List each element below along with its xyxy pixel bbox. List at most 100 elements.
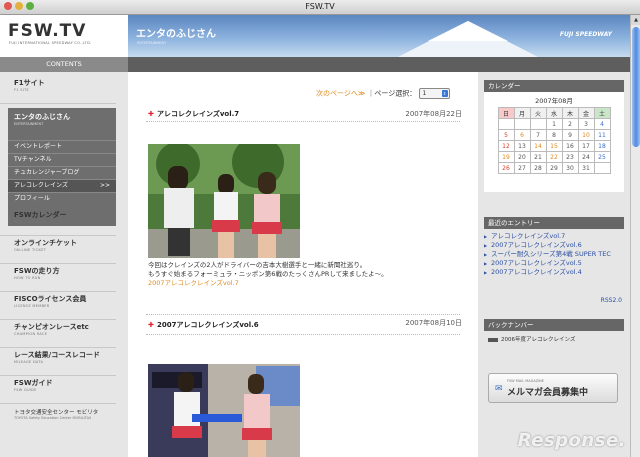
calendar-week-row: 26 27 28 29 30 31 — [497, 162, 611, 174]
sidebar-item-sublabel: FSW GUIDE — [14, 388, 37, 392]
calendar-day — [529, 118, 547, 130]
entry-bullet-icon: ✚ — [148, 110, 154, 118]
contents-label: CONTENTS — [0, 57, 128, 72]
recent-entries-box: アレコレクレインズvol.7 2007アレコレクレインズvol.6 スーパー耐久… — [484, 229, 624, 297]
sidebar-sub-arekore-cranes[interactable]: アレコレクレインズ >> — [8, 179, 116, 192]
sidebar-item-sublabel: MILEAGE DATA — [14, 360, 44, 364]
recent-entries-title: 最近のエントリー — [484, 217, 624, 229]
calendar-day — [513, 118, 531, 130]
calendar-day[interactable]: 22 — [545, 151, 563, 163]
entry-title[interactable]: ✚ 2007アレコレクレインズvol.6 — [148, 320, 259, 330]
entry-permalink[interactable]: 2007アレコレクレインズvol.7 — [148, 279, 468, 288]
calendar-dow: 水 — [545, 107, 563, 119]
backnumber-link[interactable]: 2006年度アレコレクレインズ — [484, 332, 624, 346]
sidebar-item-mobilitas[interactable]: トヨタ交通安全センター モビリタ TOYOTA Safety Education… — [0, 408, 116, 432]
minimize-window-button[interactable] — [15, 2, 23, 10]
calendar-day: 23 — [561, 151, 579, 163]
sidebar-item-how-to-run[interactable]: FSWの走り方 HOW TO RUN — [0, 266, 116, 292]
next-page-link[interactable]: 次のページへ≫ — [316, 90, 365, 98]
sidebar-sub-profile[interactable]: プロフィール — [8, 192, 116, 205]
scroll-up-arrow-icon[interactable]: ▲ — [631, 15, 640, 25]
calendar-days: 1 2 3 4 5 6 7 8 9 10 11 12 13 14 15 16 17 18 19 20 21 22 23 24 2… — [497, 118, 611, 174]
calendar-day[interactable]: 10 — [577, 129, 595, 141]
calendar-day: 26 — [497, 162, 515, 174]
calendar-dow: 木 — [561, 107, 579, 119]
calendar-day[interactable]: 14 — [529, 140, 547, 152]
vertical-scrollbar[interactable]: ▲ — [630, 15, 640, 457]
sidebar-item-race-results[interactable]: レース結果/コースレコード MILEAGE DATA — [0, 350, 116, 376]
calendar-day: 8 — [545, 129, 563, 141]
sidebar-sub-challenger-blog[interactable]: チュカレンジャーブログ — [8, 166, 116, 179]
calendar-dow: 火 — [529, 107, 547, 119]
sidebar-item-online-ticket[interactable]: オンラインチケット ON-LINE TICKET — [0, 238, 116, 264]
calendar-day: 1 — [545, 118, 563, 130]
page-select[interactable]: 1 ⇕ — [418, 88, 450, 99]
calendar-day[interactable]: 15 — [545, 140, 563, 152]
chevron-updown-icon: ⇕ — [441, 90, 448, 97]
sidebar-item-sublabel: TOYOTA Safety Education Center MOBILITAS — [14, 416, 92, 420]
section-title: エンタのふじさん — [136, 29, 216, 40]
sidebar-item-fsw-calendar[interactable]: FSWカレンダー FSW CALENDAR — [0, 210, 116, 236]
response-watermark: Response. — [517, 430, 626, 451]
calendar-dow: 金 — [577, 107, 595, 119]
sidebar-sub-tv-channel[interactable]: TVチャンネル — [8, 153, 116, 166]
calendar-day: 13 — [513, 140, 531, 152]
divider — [146, 121, 460, 122]
fuji-speedway-logo[interactable]: FUJI SPEEDWAY — [560, 31, 612, 38]
rss-link[interactable]: RSS2.0 — [601, 297, 622, 304]
calendar-day: 3 — [577, 118, 595, 130]
entry-photo[interactable] — [148, 364, 300, 457]
recent-entries-list: アレコレクレインズvol.7 2007アレコレクレインズvol.6 スーパー耐久… — [484, 232, 624, 277]
entry-bullet-icon: ✚ — [148, 321, 154, 329]
zoom-window-button[interactable] — [26, 2, 34, 10]
recent-entry-link[interactable]: アレコレクレインズvol.7 — [484, 232, 624, 241]
calendar-day[interactable]: 6 — [513, 129, 531, 141]
calendar-day: 17 — [577, 140, 595, 152]
mail-magazine-small-label: FSW MAIL MAGAZINE — [507, 379, 544, 383]
calendar-day[interactable]: 19 — [497, 151, 515, 163]
recent-entry-link[interactable]: 2007アレコレクレインズvol.5 — [484, 259, 624, 268]
recent-entry-link[interactable]: 2007アレコレクレインズvol.6 — [484, 241, 624, 250]
sidebar-item-label: FSWの走り方 — [14, 267, 60, 275]
sidebar-item-licence-member[interactable]: FISCOライセンス会員 LICENCE MEMBER — [0, 294, 116, 320]
calendar-dow: 月 — [513, 107, 531, 119]
close-window-button[interactable] — [4, 2, 12, 10]
calendar-day: 4 — [593, 118, 611, 130]
entry-photo[interactable] — [148, 144, 300, 258]
sidebar-item-label: トヨタ交通安全センター モビリタ — [14, 410, 99, 416]
calendar-day — [497, 118, 515, 130]
header-banner: エンタのふじさん ENTERTAINMENT FUJI SPEEDWAY — [128, 15, 630, 57]
calendar-day: 18 — [593, 140, 611, 152]
calendar-week-row: 1234 — [497, 118, 611, 130]
sidebar-sub-event-report[interactable]: イベントレポート — [8, 140, 116, 153]
scrollbar-thumb[interactable] — [632, 27, 640, 147]
mail-magazine-label: メルマガ会員募集中 — [507, 388, 589, 398]
sidebar-item-champion-race[interactable]: チャンピオンレースetc CHAMPION RACE — [0, 322, 116, 348]
sidebar-item-label: FISCOライセンス会員 — [14, 295, 87, 303]
backnumber-label: 2006年度アレコレクレインズ — [501, 337, 576, 343]
backnumber-title: バックナンバー — [484, 319, 624, 331]
photo-illustration — [148, 364, 300, 457]
calendar-dow-row: 日 月 火 水 木 金 土 — [497, 107, 611, 119]
calendar-day — [593, 162, 611, 174]
site-header: FSW.TV FUJI INTERNATIONAL SPEEDWAY CO.,L… — [0, 15, 630, 57]
page-select-label: ｜ページ選択： — [367, 89, 417, 98]
entry-title[interactable]: ✚ アレコレクレインズvol.7 — [148, 109, 239, 119]
envelope-icon: ✉ — [495, 384, 503, 394]
sidebar-item-entertainment[interactable]: エンタのふじさん ENTERTAINMENT イベントレポート TVチャンネル … — [8, 108, 116, 226]
recent-entry-link[interactable]: スーパー耐久シリーズ第4戦 SUPER TEC — [484, 250, 624, 259]
calendar-day: 24 — [577, 151, 595, 163]
calendar-table: 日 月 火 水 木 金 土 1 2 3 4 5 6 7 8 9 10 11 12 13 14 15 16 17 1… — [497, 107, 611, 174]
double-chevron-right-icon: >> — [99, 182, 110, 189]
sidebar-item-fsw-guide[interactable]: FSWガイド FSW GUIDE — [0, 378, 116, 404]
mail-magazine-button[interactable]: ✉ FSW MAIL MAGAZINE メルマガ会員募集中 — [488, 373, 618, 403]
calendar-box: 2007年08月 日 月 火 水 木 金 土 1 2 3 4 5 6 7 8 9 10 11 12 13… — [484, 92, 624, 192]
calendar-day: 29 — [545, 162, 563, 174]
section-subtitle: ENTERTAINMENT — [137, 41, 167, 45]
site-logo[interactable]: FSW.TV — [8, 21, 86, 41]
recent-entry-link[interactable]: 2007アレコレクレインズvol.4 — [484, 268, 624, 277]
sidebar-item-sublabel: FSW CALENDAR — [14, 220, 46, 224]
sidebar-item-f1-site[interactable]: F1サイト F1 SITE — [0, 78, 116, 104]
sidebar-item-label: FSWカレンダー — [14, 211, 67, 219]
sidebar-item-sublabel: HOW TO RUN — [14, 276, 41, 280]
